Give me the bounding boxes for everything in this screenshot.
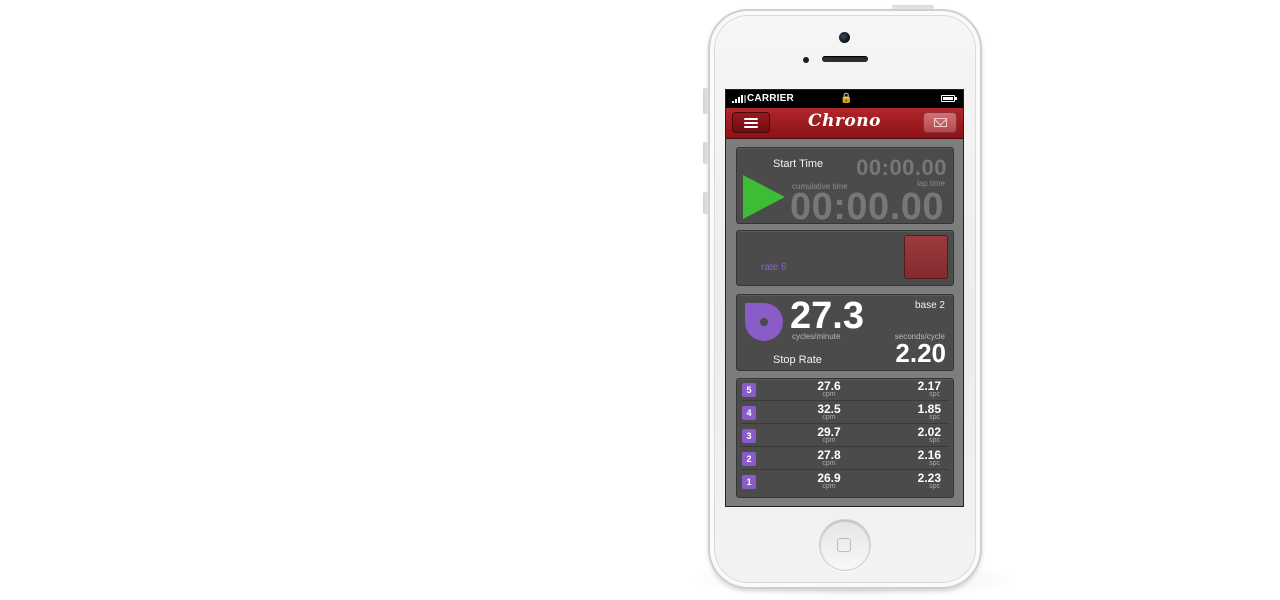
app-title: Chrono [808,111,881,131]
menu-button[interactable] [732,112,770,133]
lap-number-badge: 4 [742,406,756,420]
lap-row[interactable]: 3 29.7 cpm 2.02 spc [737,425,953,447]
lap-spc-unit: spc [929,437,940,444]
envelope-icon [934,118,947,127]
lap-cpm-unit: cpm [822,391,836,398]
proximity-sensor [803,57,809,63]
lap-cpm-unit: cpm [822,483,836,490]
signal-bars-icon [732,95,746,103]
stop-button[interactable] [904,235,948,279]
stage: CARRIER 🔒 Chrono Start Time 00:00.00 lap… [0,0,1280,600]
lap-spc-unit: spc [929,414,940,421]
lap-spc-unit: spc [929,460,940,467]
nav-bar: Chrono [726,108,963,139]
timer-panel: Start Time 00:00.00 lap time cumulative … [736,147,954,228]
rate-panel: rate 6 [736,230,954,286]
phone-screen: CARRIER 🔒 Chrono Start Time 00:00.00 lap… [725,89,964,507]
lap-number-badge: 3 [742,429,756,443]
lap-spc-unit: spc [929,391,940,398]
lap-spc-unit: spc [929,483,940,490]
lap-row[interactable]: 5 27.6 cpm 2.17 spc [737,379,953,401]
hamburger-menu-icon [744,117,758,120]
rate-units-label: cycles/minute [792,332,841,341]
carrier-label: CARRIER [747,93,794,104]
lap-time-value: 00:00.00 [856,155,947,180]
mail-button[interactable] [923,112,957,133]
status-bar: CARRIER 🔒 [726,90,963,108]
earpiece-speaker [822,56,868,62]
lap-row[interactable]: 4 32.5 cpm 1.85 spc [737,402,953,424]
lap-cpm-unit: cpm [822,437,836,444]
lap-row[interactable]: 1 26.9 cpm 2.23 spc [737,471,953,493]
start-time-label[interactable]: Start Time [773,158,823,170]
stop-rate-button[interactable]: Stop Rate [773,354,822,366]
cumulative-time-value: 00:00.00 [790,186,945,228]
stats-panel: 27.3 cycles/minute base 2 seconds/cycle … [736,294,954,371]
laps-list: 5 27.6 cpm 2.17 spc 4 32.5 cpm 1.85 spc … [736,378,954,498]
progress-pie-icon[interactable] [743,301,785,343]
lap-cpm-unit: cpm [822,460,836,467]
lap-number-badge: 5 [742,383,756,397]
lap-number-badge: 2 [742,452,756,466]
rate-label: rate 6 [761,262,787,273]
seconds-per-cycle-value: 2.20 [895,338,946,368]
lap-cpm-unit: cpm [822,414,836,421]
lock-icon: 🔒 [840,93,853,104]
front-camera-icon [839,32,850,43]
home-square-icon [837,538,851,552]
lap-number-badge: 1 [742,475,756,489]
battery-icon [941,95,957,102]
play-icon[interactable] [743,175,785,219]
lap-row[interactable]: 2 27.8 cpm 2.16 spc [737,448,953,470]
base-label: base 2 [914,300,945,311]
